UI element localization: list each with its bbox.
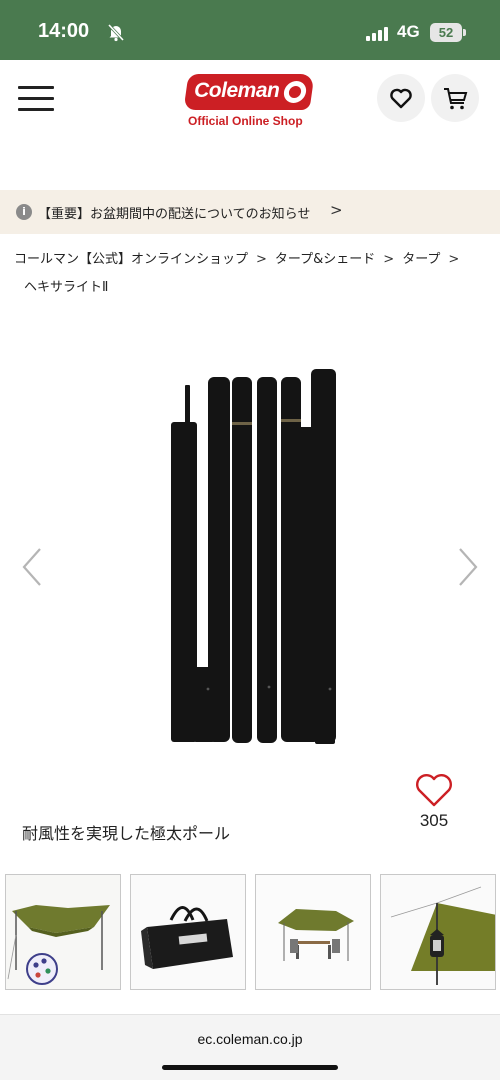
gallery-next-button[interactable] [456,545,480,589]
thumbnail-tarp-setup[interactable] [255,874,371,990]
thumbnail-carry-bag[interactable] [130,874,246,990]
breadcrumb-item-tarp-shade[interactable]: タープ&シェード [275,252,375,267]
address-url[interactable]: ec.coleman.co.jp [0,1031,500,1047]
breadcrumb-item-tarp[interactable]: タープ [402,252,440,267]
product-gallery [0,312,500,812]
lantern-badge-icon [282,81,308,103]
chevron-right-icon [459,548,478,586]
cart-button[interactable] [431,74,479,122]
notice-arrow: > [330,201,343,219]
like-count: 305 [419,811,449,830]
product-image-poles [171,369,336,744]
hamburger-menu-icon[interactable] [18,86,54,114]
logo-text: Coleman [194,79,280,102]
cart-icon [444,88,468,110]
favorites-button[interactable] [377,74,425,122]
coleman-logo[interactable]: Coleman [183,74,315,110]
carry-bag-image [131,875,245,989]
home-indicator [162,1065,338,1070]
notice-text: 【重要】お盆期間中の配送についてのお知らせ [38,207,311,222]
breadcrumb: コールマン【公式】オンラインショップ > タープ&シェード > タープ > ヘキサライトⅡ [14,246,484,302]
breadcrumb-item-home[interactable]: コールマン【公式】オンラインショップ [14,252,248,267]
notice-bar[interactable]: i 【重要】お盆期間中の配送についてのお知らせ > [0,190,500,234]
product-catchphrase: 耐風性を実現した極太ポール [22,824,231,843]
thumbnail-hexa-tarp[interactable] [5,874,121,990]
gallery-prev-button[interactable] [20,545,44,589]
status-bar: 14:00 4G 52 [0,0,500,60]
network-type: 4G [397,22,420,41]
site-header: Coleman Official Online Shop [0,60,500,188]
heart-icon [390,88,412,109]
breadcrumb-separator: > [383,252,395,267]
thumbnail-strip [5,874,497,990]
tarp-lantern-image [381,875,495,989]
tarp-setup-image [256,875,370,989]
status-time: 14:00 [38,20,90,42]
like-button[interactable] [414,772,454,812]
signal-icon [366,26,390,45]
breadcrumb-item-current: ヘキサライトⅡ [24,280,109,295]
browser-address-bar[interactable]: ec.coleman.co.jp [0,1014,500,1080]
breadcrumb-separator: > [256,252,267,267]
heart-outline-icon [416,774,452,807]
battery-icon: 52 [430,23,462,42]
thumbnail-tarp-lantern[interactable] [380,874,496,990]
info-icon: i [16,204,32,220]
breadcrumb-separator: > [448,252,460,267]
chevron-left-icon [22,548,41,586]
tarp-image [6,875,120,989]
bell-muted-icon [106,22,126,46]
shop-tagline: Official Online Shop [188,114,303,128]
battery-tip [463,29,466,36]
